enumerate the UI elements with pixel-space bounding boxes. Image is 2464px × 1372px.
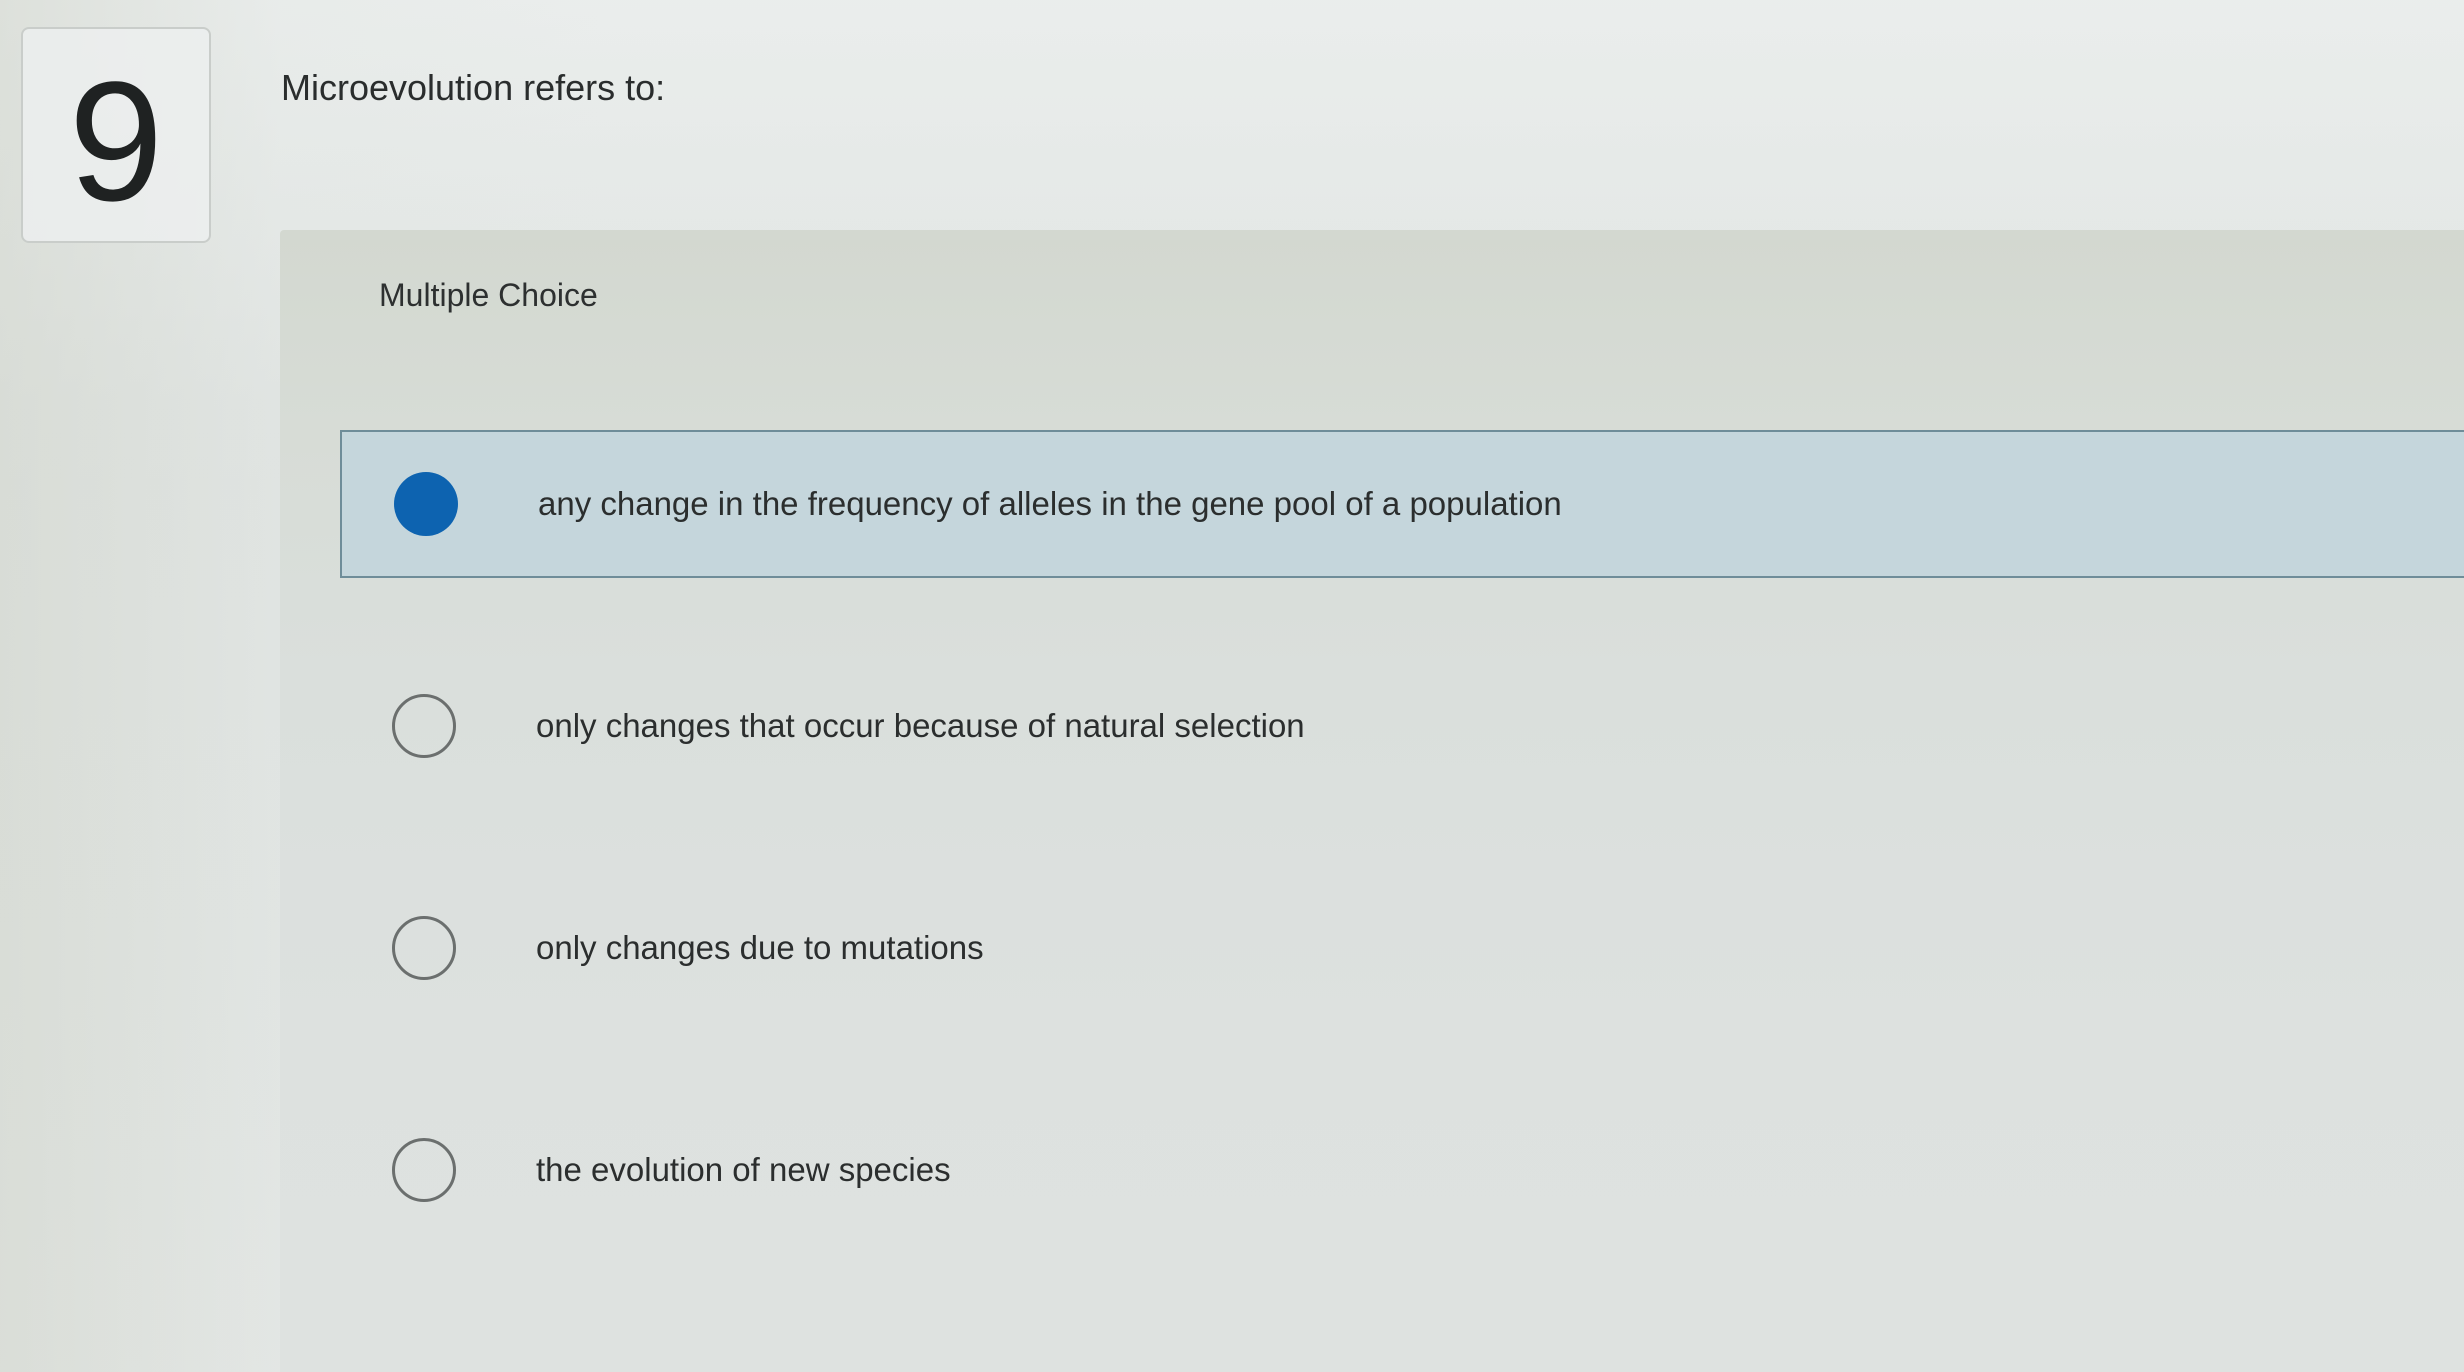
answer-option-4[interactable]: the evolution of new species bbox=[340, 1096, 2464, 1244]
quiz-screen: 9 Microevolution refers to: Multiple Cho… bbox=[0, 0, 2464, 1372]
radio-button-selected[interactable] bbox=[394, 472, 458, 536]
question-number: 9 bbox=[68, 47, 164, 237]
answer-option-1[interactable]: any change in the frequency of alleles i… bbox=[340, 430, 2464, 578]
answer-option-label: only changes due to mutations bbox=[536, 929, 984, 966]
answer-option-3[interactable]: only changes due to mutations bbox=[340, 874, 2464, 1022]
question-number-badge: 9 bbox=[21, 27, 211, 243]
answer-option-label: the evolution of new species bbox=[536, 1151, 951, 1188]
radio-button[interactable] bbox=[392, 694, 456, 758]
question-type-label: Multiple Choice bbox=[379, 277, 598, 313]
answer-option-2[interactable]: only changes that occur because of natur… bbox=[340, 652, 2464, 800]
question-prompt: Microevolution refers to: bbox=[281, 67, 666, 108]
answer-option-label: only changes that occur because of natur… bbox=[536, 707, 1305, 744]
answer-option-label: any change in the frequency of alleles i… bbox=[538, 485, 1562, 522]
radio-button[interactable] bbox=[392, 916, 456, 980]
radio-button[interactable] bbox=[392, 1138, 456, 1202]
